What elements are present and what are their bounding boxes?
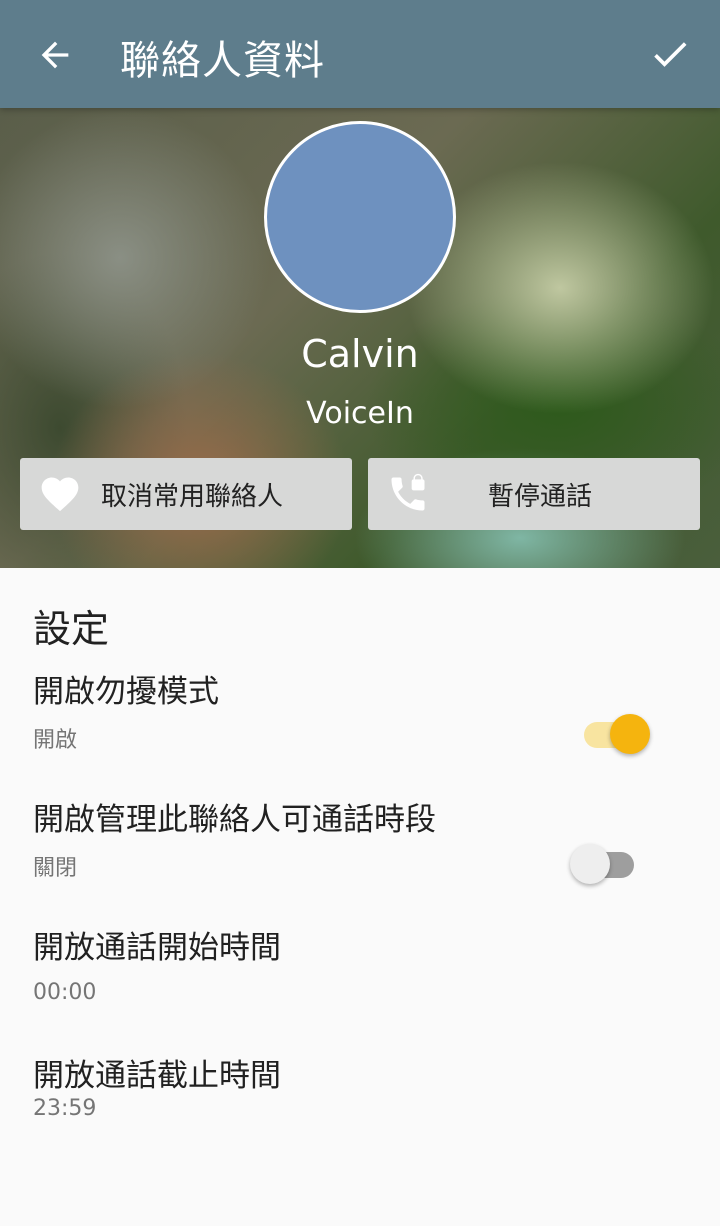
call-hours-setting[interactable]: 開啟管理此聯絡人可通話時段 關閉 <box>0 788 720 898</box>
dnd-summary: 開啟 <box>33 728 78 753</box>
contact-name: Calvin <box>301 332 419 376</box>
dnd-setting[interactable]: 開啟勿擾模式 開啟 <box>0 660 720 770</box>
call-hours-toggle-thumb <box>570 844 610 884</box>
contact-header: Calvin VoiceIn 取消常用聯絡人 暫停通話 <box>0 108 720 568</box>
avatar[interactable] <box>264 121 456 313</box>
arrow-back-icon <box>41 41 69 69</box>
call-hours-summary: 關閉 <box>33 856 78 881</box>
dnd-toggle[interactable] <box>584 708 654 754</box>
call-start-summary: 00:00 <box>33 980 97 1005</box>
unfavorite-button[interactable]: 取消常用聯絡人 <box>20 458 352 530</box>
check-icon <box>654 42 687 67</box>
call-end-setting[interactable]: 開放通話截止時間 23:59 <box>0 1046 720 1146</box>
call-hours-title: 開啟管理此聯絡人可通話時段 <box>33 802 436 838</box>
app-bar: 聯絡人資料 <box>0 0 720 108</box>
call-end-summary: 23:59 <box>33 1096 97 1121</box>
pause-calls-button[interactable]: 暫停通話 <box>368 458 700 530</box>
contact-source: VoiceIn <box>306 396 414 431</box>
back-button[interactable] <box>30 30 80 80</box>
call-hours-toggle[interactable] <box>570 838 640 884</box>
call-start-title: 開放通話開始時間 <box>33 930 281 966</box>
phone-lock-icon <box>386 472 430 516</box>
dnd-toggle-thumb <box>610 714 650 754</box>
settings-header: 設定 <box>33 607 110 651</box>
call-start-setting[interactable]: 開放通話開始時間 00:00 <box>0 918 720 1028</box>
heart-icon <box>38 472 82 516</box>
call-end-title: 開放通話截止時間 <box>33 1058 281 1094</box>
page-title: 聯絡人資料 <box>120 38 325 84</box>
done-button[interactable] <box>644 28 696 80</box>
dnd-title: 開啟勿擾模式 <box>33 674 219 710</box>
